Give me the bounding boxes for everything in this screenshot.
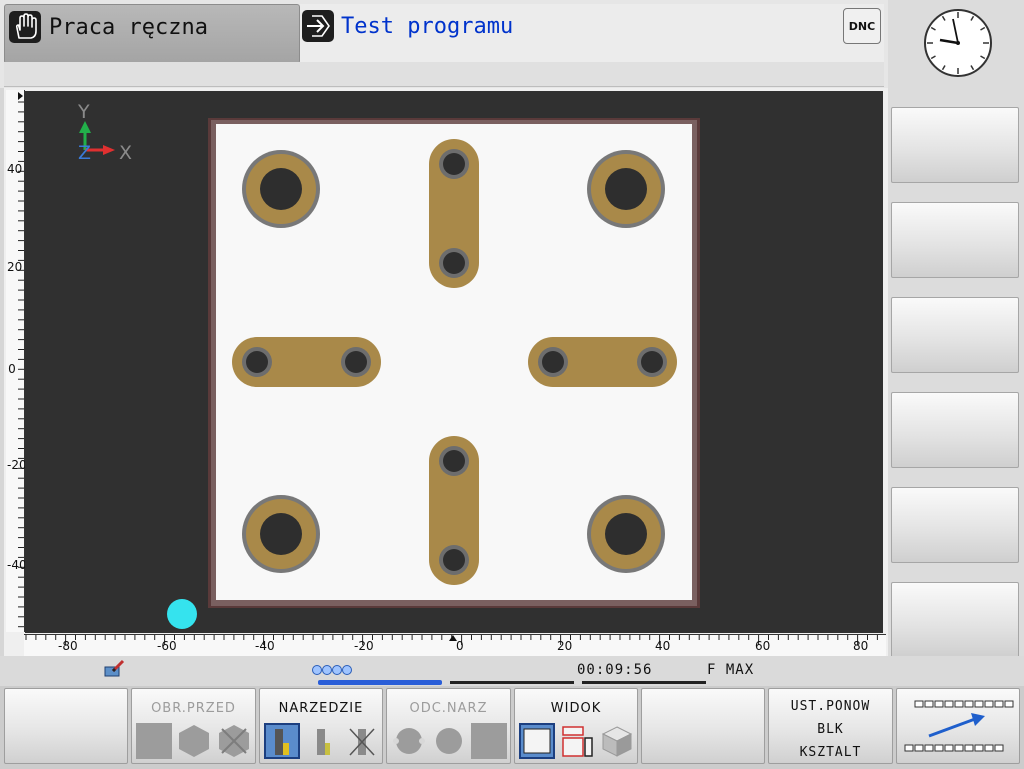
side-softkey-4[interactable] bbox=[891, 392, 1019, 468]
arrow-forward-icon bbox=[904, 700, 1014, 752]
ruler-x-label: 20 bbox=[557, 639, 573, 653]
progress-dots-icon bbox=[311, 661, 355, 675]
softkey-workpiece-view[interactable]: OBR.PRZED bbox=[131, 688, 256, 764]
softkey-empty-1[interactable] bbox=[4, 688, 128, 764]
run-time: 00:09:56 bbox=[577, 662, 653, 678]
hexagon-icon bbox=[176, 723, 212, 759]
edit-workpiece-icon bbox=[104, 659, 126, 679]
ruler-x-label: 80 bbox=[853, 639, 869, 653]
feed-rate: F MAX bbox=[707, 662, 755, 678]
ruler-x-label: -80 bbox=[58, 639, 78, 653]
softkey-arrow-forward[interactable] bbox=[896, 688, 1020, 764]
softkey-view[interactable]: WIDOK bbox=[514, 688, 638, 764]
side-softkey-1[interactable] bbox=[891, 107, 1019, 183]
ruler-y-label: -20 bbox=[7, 458, 27, 472]
ruler-y-label: 0 bbox=[8, 362, 16, 376]
counterbore-hole bbox=[242, 150, 320, 228]
counterbore-hole bbox=[587, 495, 665, 573]
plan-view-icon bbox=[519, 723, 555, 759]
mode-tab-manual-operation[interactable]: Praca ręczna bbox=[4, 4, 300, 64]
slot-pocket bbox=[528, 337, 677, 387]
ruler-x-label: -40 bbox=[255, 639, 275, 653]
gear-outline-icon bbox=[391, 723, 427, 759]
left-ruler: 40 20 0 -20 -40 bbox=[6, 90, 27, 632]
softkey-label: UST.PONOW BLK KSZTALT bbox=[790, 699, 871, 760]
ruler-x-label: -20 bbox=[354, 639, 374, 653]
slot-pocket bbox=[429, 436, 479, 585]
ruler-x-label: -60 bbox=[157, 639, 177, 653]
side-softkey-2[interactable] bbox=[891, 202, 1019, 278]
ruler-y-label: -40 bbox=[7, 558, 27, 572]
softkey-tool-path[interactable]: ODC.NARZ bbox=[386, 688, 511, 764]
gear-filled-icon bbox=[431, 723, 467, 759]
hand-icon bbox=[9, 11, 41, 43]
softkey-reset-blank-form[interactable]: UST.PONOW BLK KSZTALT bbox=[768, 688, 893, 764]
softkey-label: ODC.NARZ bbox=[409, 701, 488, 716]
simulation-view[interactable]: Y X Z bbox=[25, 91, 883, 633]
slot-pocket bbox=[429, 139, 479, 288]
header-info-strip bbox=[4, 62, 884, 87]
blank-square-icon bbox=[136, 723, 172, 759]
axis-label-x: X bbox=[119, 142, 132, 164]
progress-bar bbox=[318, 680, 442, 685]
3d-view-icon bbox=[599, 723, 635, 759]
axis-label-z: Z bbox=[78, 142, 91, 164]
progress-track bbox=[582, 681, 706, 684]
mode-title-manual: Praca ręczna bbox=[49, 15, 208, 40]
bottom-ruler: -80 -60 -40 -20 0 20 40 60 80 bbox=[24, 634, 886, 657]
three-plane-view-icon bbox=[559, 723, 595, 759]
tool-shaded-icon bbox=[264, 723, 300, 759]
dnc-button[interactable]: DNC bbox=[843, 8, 881, 44]
side-softkey-6[interactable] bbox=[891, 582, 1019, 658]
ruler-x-label: 60 bbox=[755, 639, 771, 653]
softkey-label: WIDOK bbox=[550, 701, 602, 716]
softkey-tool[interactable]: NARZEDZIE bbox=[259, 688, 383, 764]
axis-label-y: Y bbox=[77, 101, 90, 123]
mode-tab-program-test[interactable]: Test programu bbox=[300, 4, 884, 62]
hexagon-cross-icon bbox=[216, 723, 252, 759]
ruler-x-label: 0 bbox=[456, 639, 464, 653]
ruler-y-label: 40 bbox=[7, 162, 23, 176]
counterbore-hole bbox=[587, 150, 665, 228]
side-softkey-5[interactable] bbox=[891, 487, 1019, 563]
side-softkey-3[interactable] bbox=[891, 297, 1019, 373]
tool-hidden-icon bbox=[344, 723, 380, 759]
ruler-x-label: 40 bbox=[655, 639, 671, 653]
tool-outline-icon bbox=[304, 723, 340, 759]
ruler-y-label: 20 bbox=[7, 260, 23, 274]
counterbore-hole bbox=[242, 495, 320, 573]
softkey-label: NARZEDZIE bbox=[278, 701, 364, 716]
tool-position-marker bbox=[167, 599, 197, 629]
softkey-empty-2[interactable] bbox=[641, 688, 765, 764]
slot-pocket bbox=[232, 337, 381, 387]
softkey-label: OBR.PRZED bbox=[151, 701, 236, 716]
progress-track bbox=[450, 681, 574, 684]
clock-icon bbox=[922, 7, 994, 79]
program-arrow-icon bbox=[302, 10, 334, 42]
blank-square-icon bbox=[471, 723, 507, 759]
mode-title-test: Test programu bbox=[341, 14, 514, 39]
